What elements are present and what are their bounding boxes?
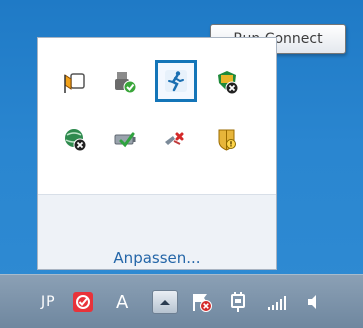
notification-area-overflow-panel: Anpassen... — [37, 37, 277, 270]
network-signal-taskbar-item[interactable] — [265, 290, 291, 314]
shield-warning-icon — [218, 129, 236, 151]
status-globe-icon — [65, 129, 87, 152]
signal-bars-icon — [268, 296, 286, 310]
run-connect-icon — [165, 70, 187, 92]
ime-mode-indicator[interactable]: A — [116, 290, 128, 314]
battery-check-tray-item[interactable] — [106, 120, 144, 158]
network-security-shield-icon — [218, 71, 239, 95]
speaker-icon — [308, 295, 316, 309]
overflow-panel-footer: Anpassen... — [38, 194, 276, 269]
ime-check-icon — [73, 292, 93, 312]
safely-remove-hardware-icon — [115, 72, 137, 94]
show-hidden-icons-button[interactable] — [152, 290, 178, 314]
chevron-up-icon — [160, 300, 170, 305]
action-center-tray-item[interactable] — [56, 63, 94, 101]
volume-taskbar-item[interactable] — [303, 290, 325, 314]
safely-remove-hardware-tray-item[interactable] — [106, 63, 144, 101]
power-taskbar-item[interactable] — [226, 290, 250, 314]
battery-check-icon — [114, 132, 136, 148]
taskbar: JP A — [0, 274, 363, 328]
network-disconnected-tray-item[interactable] — [155, 120, 193, 158]
network-security-tray-item[interactable] — [208, 63, 246, 101]
action-center-flag-icon — [64, 73, 85, 93]
customize-link[interactable]: Anpassen... — [38, 249, 276, 267]
action-center-taskbar-item[interactable] — [190, 290, 214, 314]
shield-warning-tray-item[interactable] — [208, 120, 246, 158]
power-plug-icon — [231, 292, 245, 312]
run-connect-tray-item[interactable] — [155, 60, 197, 102]
flag-error-icon — [193, 294, 212, 312]
status-globe-tray-item[interactable] — [56, 120, 94, 158]
network-disconnected-icon — [165, 132, 184, 145]
ime-tray-item[interactable] — [70, 290, 96, 314]
language-indicator[interactable]: JP — [41, 290, 56, 314]
